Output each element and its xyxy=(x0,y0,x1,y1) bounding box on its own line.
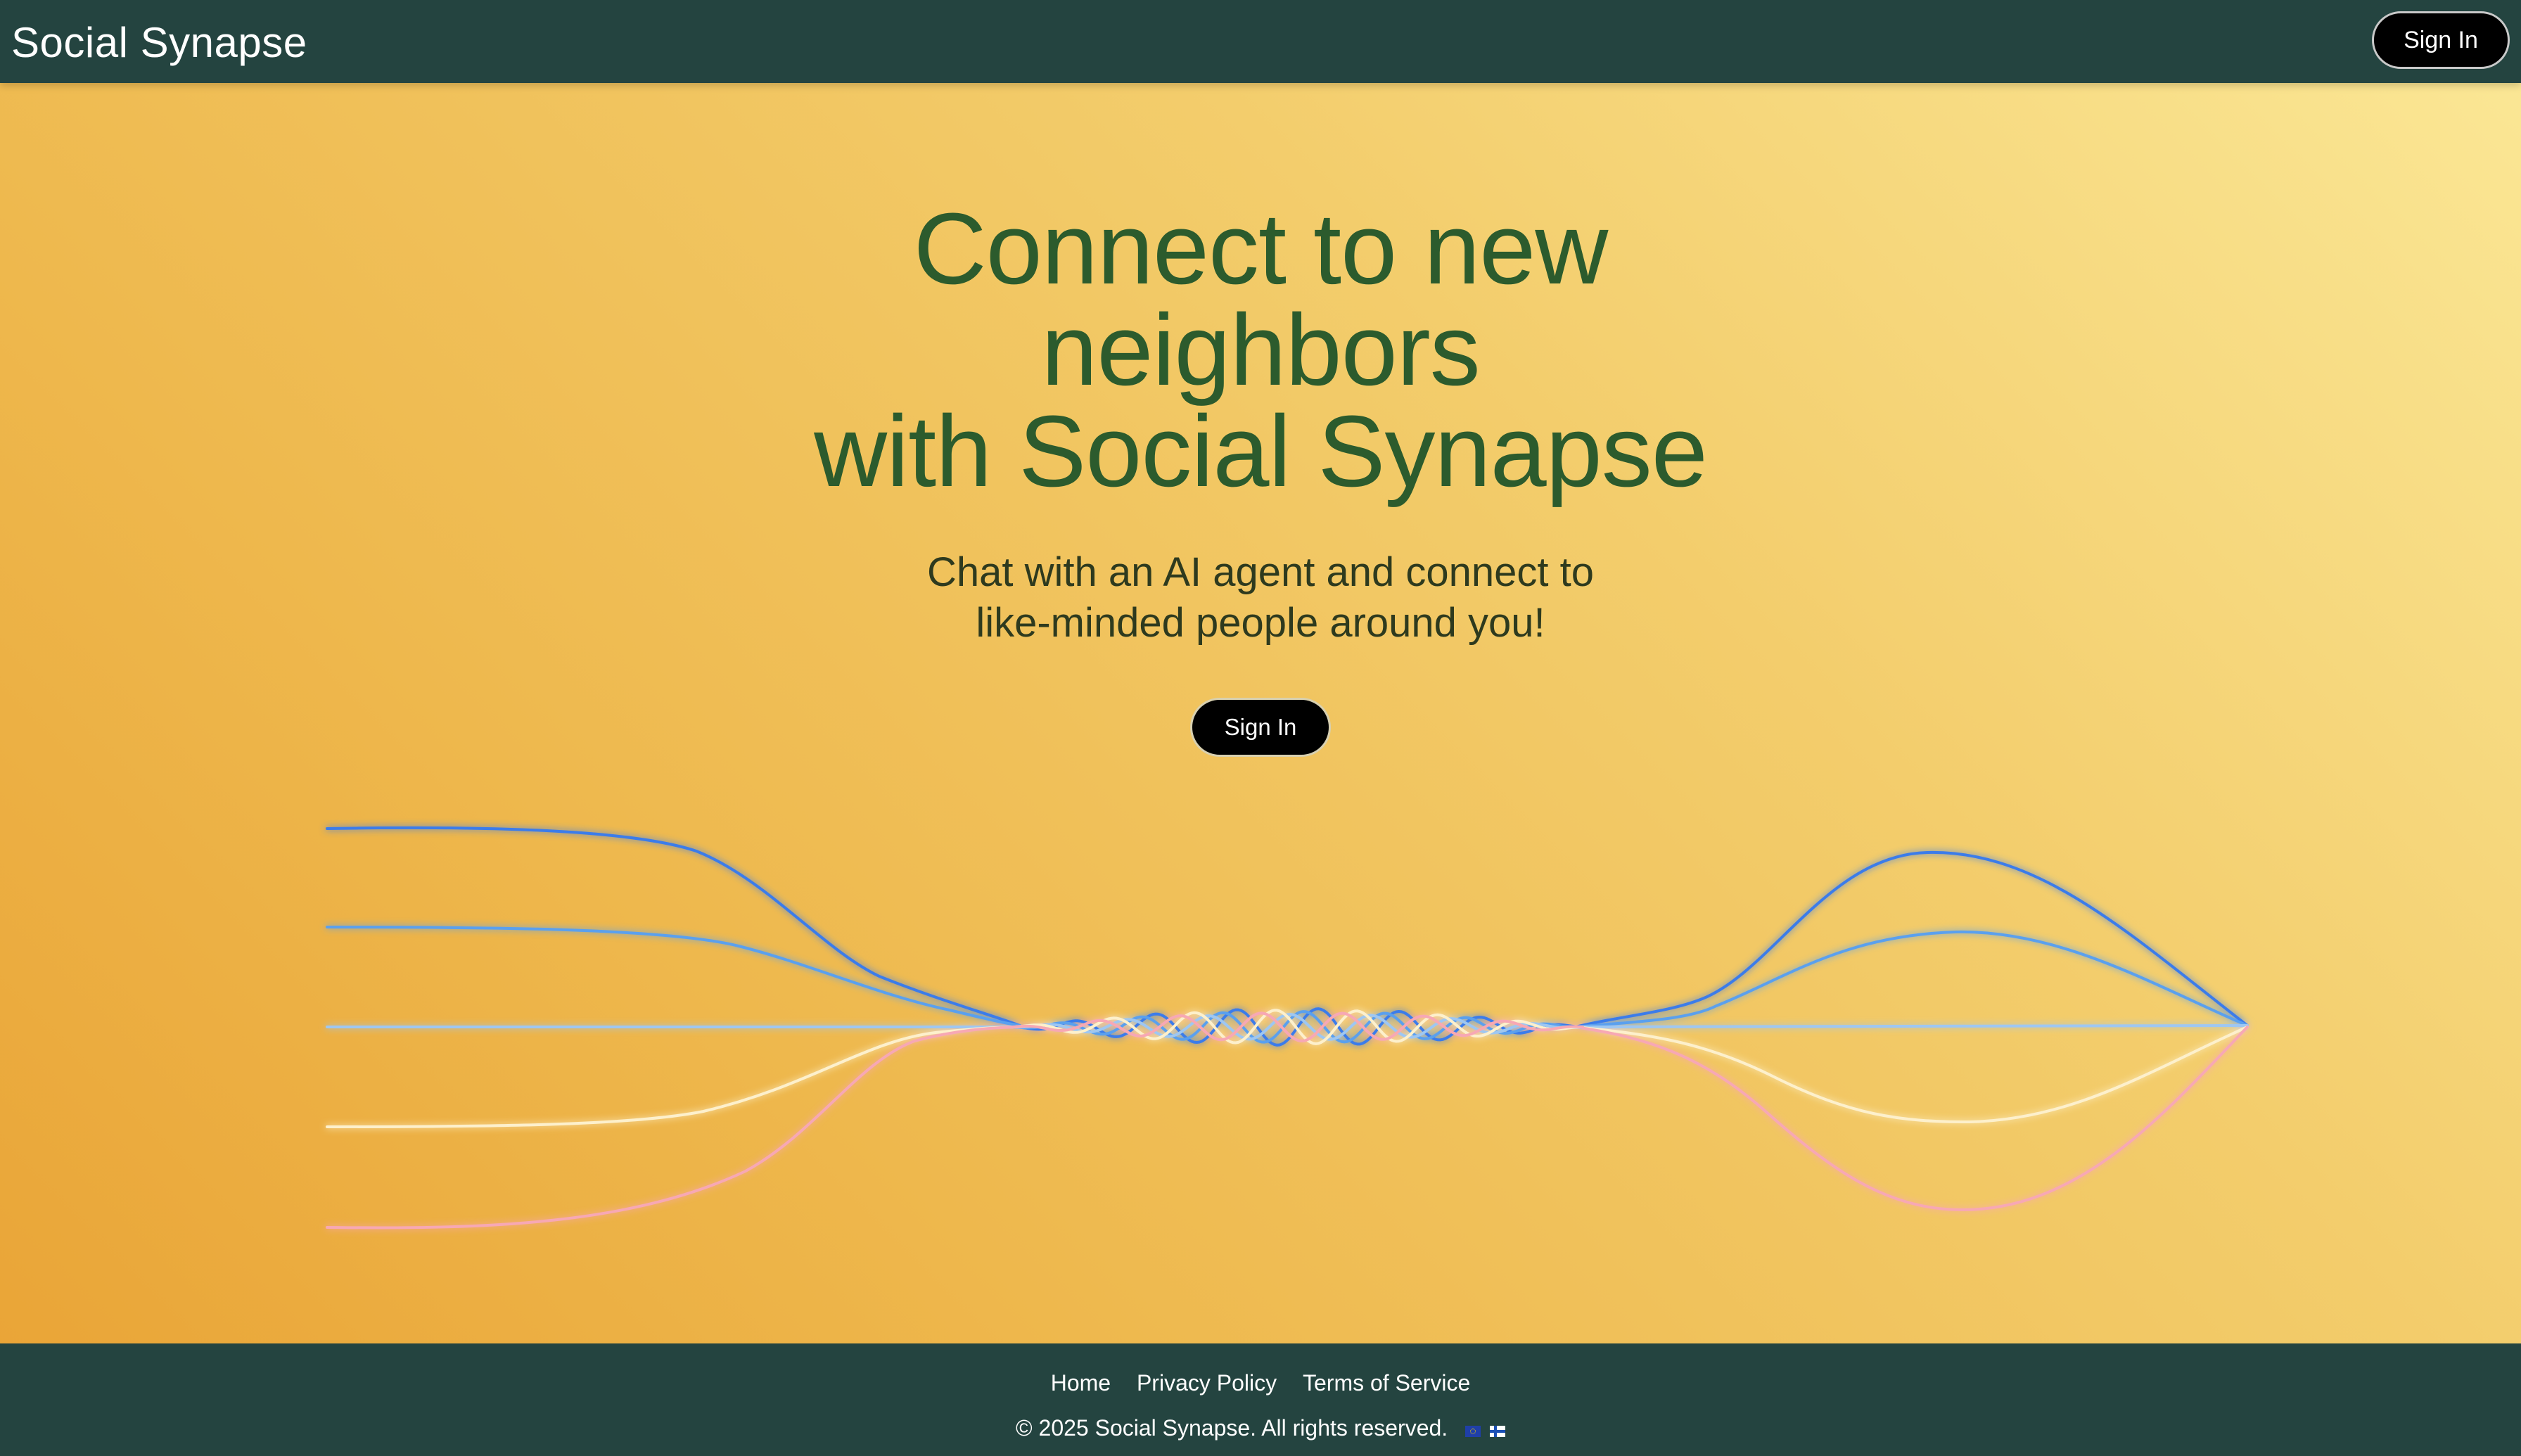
footer-link-privacy-policy[interactable]: Privacy Policy xyxy=(1137,1370,1277,1396)
landing-page: Social Synapse Sign In Connect to new ne… xyxy=(0,0,2521,1456)
wave-line-blue xyxy=(326,926,1021,1027)
hero-subtitle-line: Chat with an AI agent and connect to xyxy=(927,549,1594,595)
brand-logo-text[interactable]: Social Synapse xyxy=(11,18,307,68)
wave-line-light-blue-right xyxy=(1574,1024,2249,1028)
flag-icons xyxy=(1462,1416,1505,1444)
footer-link-terms-of-service[interactable]: Terms of Service xyxy=(1303,1370,1470,1396)
hero-title-line: neighbors xyxy=(1041,293,1480,407)
eu-flag-icon xyxy=(1465,1426,1481,1438)
synapse-waves-illustration xyxy=(326,826,2249,1230)
hero-subtitle: Chat with an AI agent and connect to lik… xyxy=(0,547,2521,649)
hero-title-line: with Social Synapse xyxy=(814,395,1708,508)
hero-title: Connect to new neighbors with Social Syn… xyxy=(0,198,2521,502)
hero-title-line: Connect to new xyxy=(913,192,1609,305)
footer-link-home[interactable]: Home xyxy=(1051,1370,1111,1396)
finland-flag-icon xyxy=(1489,1426,1505,1438)
hero-sign-in-button[interactable]: Sign In xyxy=(1190,698,1331,757)
top-nav-bar: Social Synapse Sign In xyxy=(0,0,2521,83)
site-footer: Home Privacy Policy Terms of Service © 2… xyxy=(0,1343,2521,1456)
copyright-text: © 2025 Social Synapse. All rights reserv… xyxy=(1016,1415,1448,1441)
copyright-line: © 2025 Social Synapse. All rights reserv… xyxy=(0,1414,2521,1444)
hero-subtitle-line: like-minded people around you! xyxy=(976,600,1545,646)
footer-nav: Home Privacy Policy Terms of Service xyxy=(0,1369,2521,1397)
header-sign-in-button[interactable]: Sign In xyxy=(2372,11,2510,69)
wave-line-cream-right xyxy=(1574,1026,2249,1124)
wave-line-dark-blue-right xyxy=(1574,850,2249,1028)
